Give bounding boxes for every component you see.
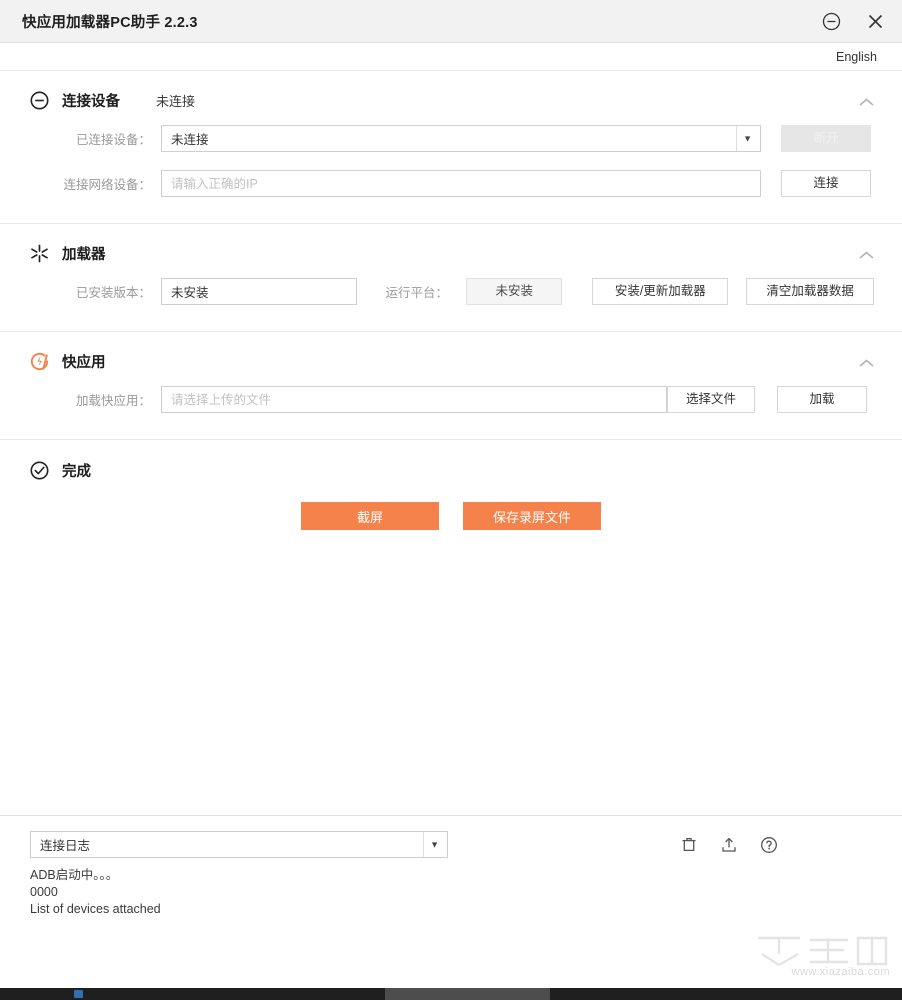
loader-collapse-toggle[interactable] [854, 246, 878, 264]
log-type-select-wrap: ▼ [30, 831, 448, 858]
section-quickapp: 快应用 加载快应用： 选择文件 加载 [0, 331, 902, 439]
device-section-title: 连接设备 [62, 93, 120, 110]
network-device-ip-input[interactable] [161, 170, 761, 197]
device-collapse-toggle[interactable] [854, 93, 878, 111]
log-line: ADB启动中。。。 [30, 868, 119, 882]
taskbar-window-button[interactable] [385, 988, 550, 1000]
load-quickapp-button[interactable]: 加载 [777, 386, 867, 413]
quickapp-collapse-toggle[interactable] [854, 354, 878, 372]
complete-action-buttons: 截屏 保存录屏文件 [0, 480, 902, 560]
section-complete: 完成 截屏 保存录屏文件 [0, 439, 902, 560]
taskbar-app-icon[interactable] [74, 990, 83, 998]
language-row: English [0, 43, 902, 70]
help-circle-icon[interactable] [759, 835, 779, 855]
log-toolbar: ▼ [30, 831, 877, 858]
select-divider [423, 832, 424, 857]
upload-icon[interactable] [719, 835, 739, 855]
quickapp-file-path-input[interactable] [161, 386, 667, 413]
loader-section-header: 加载器 [0, 224, 902, 264]
starburst-icon [28, 242, 50, 264]
watermark: www.xiazaiba.com [748, 934, 894, 978]
load-quickapp-label: 加载快应用： [75, 394, 151, 408]
chevron-up-icon [858, 250, 874, 259]
quickapp-section-title: 快应用 [62, 354, 106, 371]
runtime-platform-value-button[interactable]: 未安装 [465, 278, 563, 305]
minimize-button[interactable] [818, 9, 844, 35]
connected-device-select-wrap: ▼ [161, 125, 761, 152]
quickapp-section-header: 快应用 [0, 332, 902, 372]
connect-button[interactable]: 连接 [781, 170, 871, 197]
watermark-logo-icon [758, 936, 888, 967]
complete-section-title: 完成 [62, 463, 91, 480]
content-filler [0, 560, 902, 815]
close-icon [868, 14, 882, 29]
complete-section-header: 完成 [0, 440, 902, 480]
connected-device-row: 已连接设备： ▼ 断开 [0, 125, 902, 152]
network-device-label: 连接网络设备： [63, 178, 151, 192]
loader-version-row: 已安装版本： 运行平台： 未安装 安装/更新加载器 清空加载器数据 [0, 278, 902, 331]
section-device: 连接设备 未连接 已连接设备： ▼ 断开 连接网络设备： 连接 [0, 70, 902, 223]
link-circle-icon [28, 89, 50, 111]
choose-file-button[interactable]: 选择文件 [667, 386, 755, 413]
clear-loader-data-button[interactable]: 清空加载器数据 [746, 278, 875, 305]
titlebar: 快应用加载器PC助手 2.2.3 [0, 0, 902, 43]
log-type-select[interactable] [30, 831, 448, 858]
taskbar [0, 988, 902, 1000]
device-connection-status: 未连接 [156, 93, 196, 109]
log-icon-group [679, 835, 877, 855]
runtime-platform-label: 运行平台： [385, 286, 448, 300]
watermark-url: www.xiazaiba.com [791, 966, 890, 978]
minimize-circle-icon [822, 12, 840, 31]
save-recording-button[interactable]: 保存录屏文件 [463, 502, 601, 530]
screenshot-button[interactable]: 截屏 [301, 502, 439, 530]
device-section-header: 连接设备 未连接 [0, 71, 902, 111]
log-line: 0000 [30, 885, 58, 899]
network-device-row: 连接网络设备： 连接 [0, 170, 902, 223]
quickapp-load-row: 加载快应用： 选择文件 加载 [0, 386, 902, 439]
language-toggle-link[interactable]: English [836, 50, 877, 64]
app-window: 快应用加载器PC助手 2.2.3 English 连接设备 未连接 已连接设备：… [0, 0, 902, 1000]
connected-device-select[interactable] [161, 125, 761, 152]
installed-version-label: 已安装版本： [75, 286, 151, 300]
chevron-up-icon [858, 358, 874, 367]
check-circle-icon [28, 459, 50, 481]
chevron-up-icon [858, 97, 874, 106]
select-divider [736, 126, 737, 151]
log-output: ADB启动中。。。 0000 List of devices attached [30, 867, 877, 918]
window-title: 快应用加载器PC助手 2.2.3 [22, 14, 198, 31]
install-update-loader-button[interactable]: 安装/更新加载器 [592, 278, 729, 305]
section-loader: 加载器 已安装版本： 运行平台： 未安装 安装/更新加载器 清空加载器数据 [0, 223, 902, 331]
close-button[interactable] [862, 9, 888, 35]
connected-device-label: 已连接设备： [75, 133, 151, 147]
window-controls [818, 0, 888, 43]
disconnect-button[interactable]: 断开 [781, 125, 871, 152]
installed-version-value [161, 278, 358, 305]
trash-icon[interactable] [679, 835, 699, 855]
log-panel: ▼ [0, 815, 902, 1000]
quickapp-bolt-icon [28, 350, 50, 372]
loader-section-title: 加载器 [62, 246, 106, 263]
log-line: List of devices attached [30, 902, 161, 916]
